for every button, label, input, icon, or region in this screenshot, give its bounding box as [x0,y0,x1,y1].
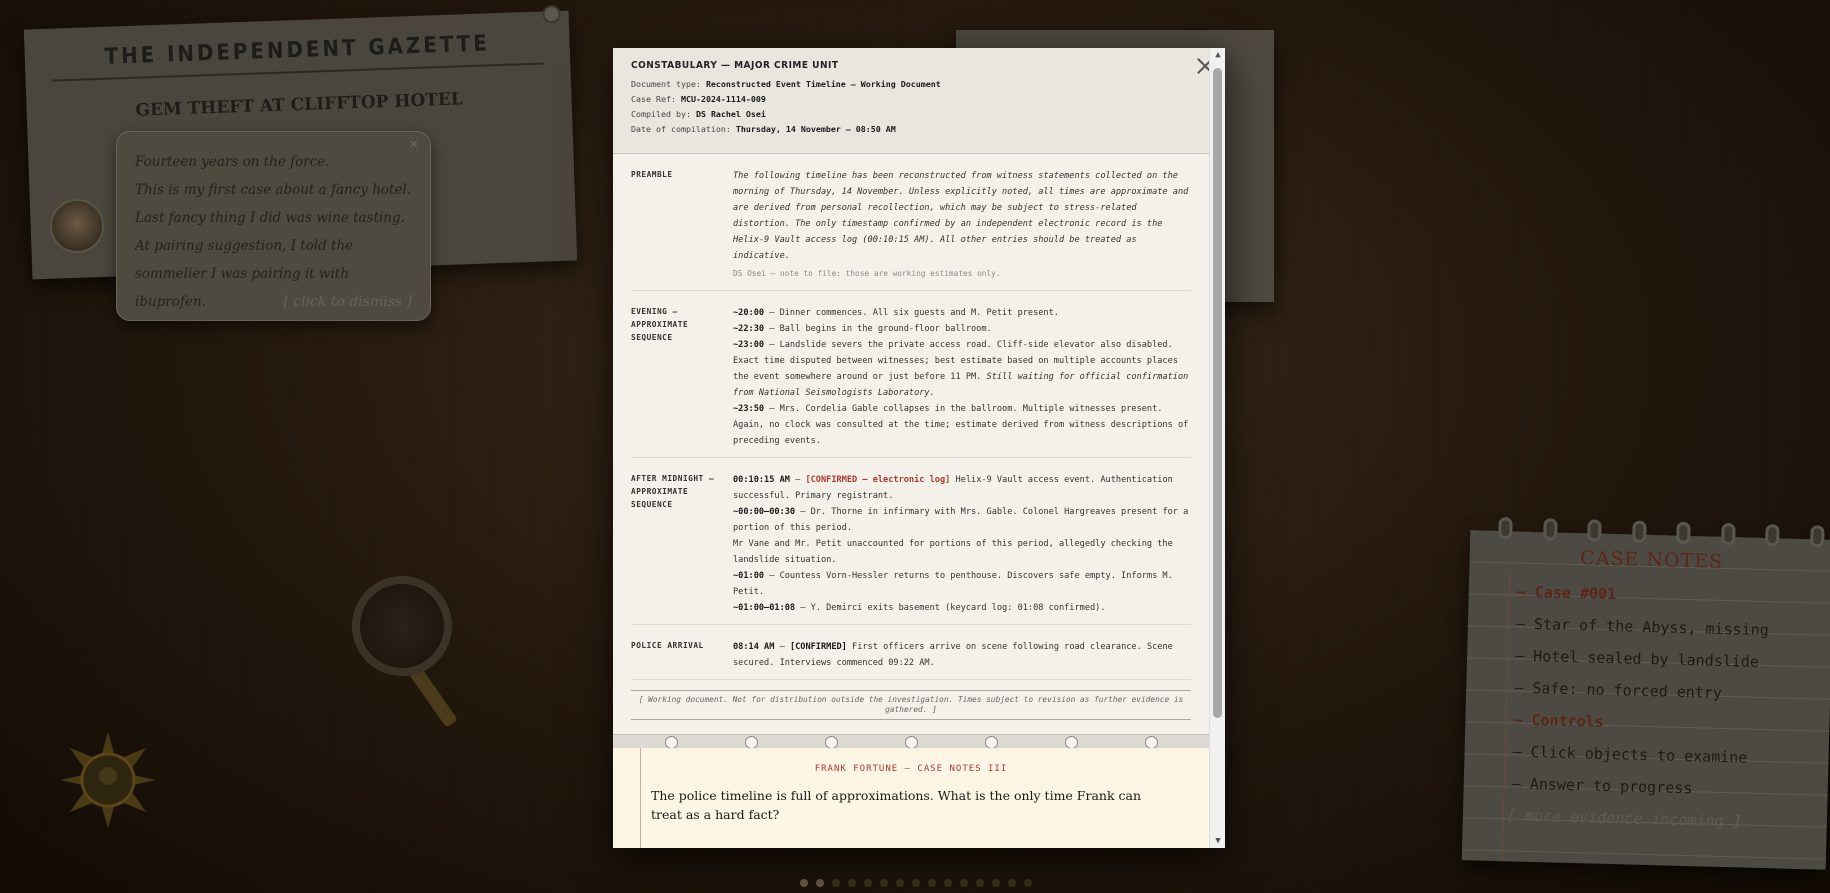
magnifying-glass-icon[interactable] [352,576,452,676]
pushpin-icon [542,4,561,24]
page-dot[interactable] [800,879,808,887]
section-label: AFTER MIDNIGHT — APPROXIMATE SEQUENCE [631,474,715,509]
page-dot[interactable] [848,879,856,887]
document-scrollbar[interactable]: ▲ ▼ [1209,48,1225,848]
section-label: EVENING — APPROXIMATE SEQUENCE [631,307,689,342]
preamble-section: PREAMBLE The following timeline has been… [631,154,1191,291]
scrollbar-thumb[interactable] [1213,68,1222,718]
detective-avatar [50,199,104,253]
bubble-line: This is my first case about a fancy hote… [135,182,412,198]
confirmed-tag: [CONFIRMED — electronic log] [805,475,951,485]
timeline-entry: ~23:00 — Landslide severs the private ac… [733,340,1189,398]
close-icon[interactable]: ✕ [410,136,418,152]
pagination-dots [800,879,1032,887]
after-midnight-section: AFTER MIDNIGHT — APPROXIMATE SEQUENCE 00… [631,458,1191,625]
timeline-entry: ~00:00–00:30 — Dr. Thorne in infirmary w… [733,507,1189,533]
timeline-entry: ~22:30 — Ball begins in the ground-floor… [733,324,992,334]
page-dot[interactable] [992,879,1000,887]
bubble-line: Fourteen years on the force. [135,154,330,170]
evening-section: EVENING — APPROXIMATE SEQUENCE ~20:00 — … [631,291,1191,458]
case-notes-list: – Case #001– Star of the Abyss, missing –… [1463,574,1830,839]
scroll-down-icon[interactable]: ▼ [1210,834,1225,848]
page-dot[interactable] [976,879,984,887]
after-midnight-entries: 00:10:15 AM — [CONFIRMED — electronic lo… [733,472,1191,616]
page-dot[interactable] [944,879,952,887]
page-dot[interactable] [1008,879,1016,887]
timeline-entry: ~20:00 — Dinner commences. All six guest… [733,308,1059,318]
document-org: CONSTABULARY — MAJOR CRIME UNIT [631,60,839,71]
section-label: POLICE ARRIVAL [631,641,704,650]
case-question-card: FRANK FORTUNE — CASE NOTES III The polic… [613,748,1209,848]
page-dot[interactable] [880,879,888,887]
case-notes-notepad[interactable]: CASE NOTES – Case #001– Star of the Abys… [1461,517,1830,870]
preamble-text: The following timeline has been reconstr… [733,171,1189,261]
scroll-up-icon[interactable]: ▲ [1210,48,1225,62]
timeline-document-modal[interactable]: CONSTABULARY — MAJOR CRIME UNIT Document… [613,48,1225,848]
page-dot[interactable] [896,879,904,887]
speech-bubble[interactable]: ✕ Fourteen years on the force. This is m… [116,131,431,321]
dismiss-link[interactable]: [ click to dismiss ] [283,294,412,310]
question-margin-line [640,748,641,848]
page-dot[interactable] [1024,879,1032,887]
document-header: CONSTABULARY — MAJOR CRIME UNIT Document… [613,48,1209,154]
timeline-entry: Mr Vane and Mr. Petit unaccounted for po… [733,539,1173,565]
timeline-entry: ~23:50 — Mrs. Cordelia Gable collapses i… [733,404,1189,446]
evening-entries: ~20:00 — Dinner commences. All six guest… [733,305,1191,449]
page-dot[interactable] [816,879,824,887]
preamble-note: DS Osei — note to file: those are workin… [733,269,1001,278]
case-notes-title: CASE NOTES [1579,547,1724,573]
section-label: PREAMBLE [631,170,673,179]
police-arrival-section: POLICE ARRIVAL 08:14 AM — [CONFIRMED] Fi… [631,625,1191,680]
timeline-entry: ~01:00 — Countess Vorn-Hessler returns t… [733,571,1173,597]
timeline-entry: ~01:00–01:08 — Y. Demirci exits basement… [733,603,1106,613]
document-footer-note: [ Working document. Not for distribution… [631,690,1191,720]
page-dot[interactable] [960,879,968,887]
page-dot[interactable] [912,879,920,887]
page-dot[interactable] [832,879,840,887]
document-meta: Document type: Reconstructed Event Timel… [631,79,941,134]
document-scroll-area[interactable]: CONSTABULARY — MAJOR CRIME UNIT Document… [613,48,1209,848]
notepad-rings [1498,517,1825,548]
police-entry: 08:14 AM — [CONFIRMED] First officers ar… [733,642,1173,668]
police-badge-icon[interactable] [58,730,158,830]
question-title: FRANK FORTUNE — CASE NOTES III [814,764,1008,774]
question-text: The police timeline is full of approxima… [651,788,1142,822]
page-dot[interactable] [928,879,936,887]
newspaper-headline: GEM THEFT AT CLIFFTOP HOTEL [135,89,464,121]
binder-strip [613,734,1209,749]
page-dot[interactable] [864,879,872,887]
timeline-entry: 00:10:15 AM — [CONFIRMED — electronic lo… [733,475,1173,501]
